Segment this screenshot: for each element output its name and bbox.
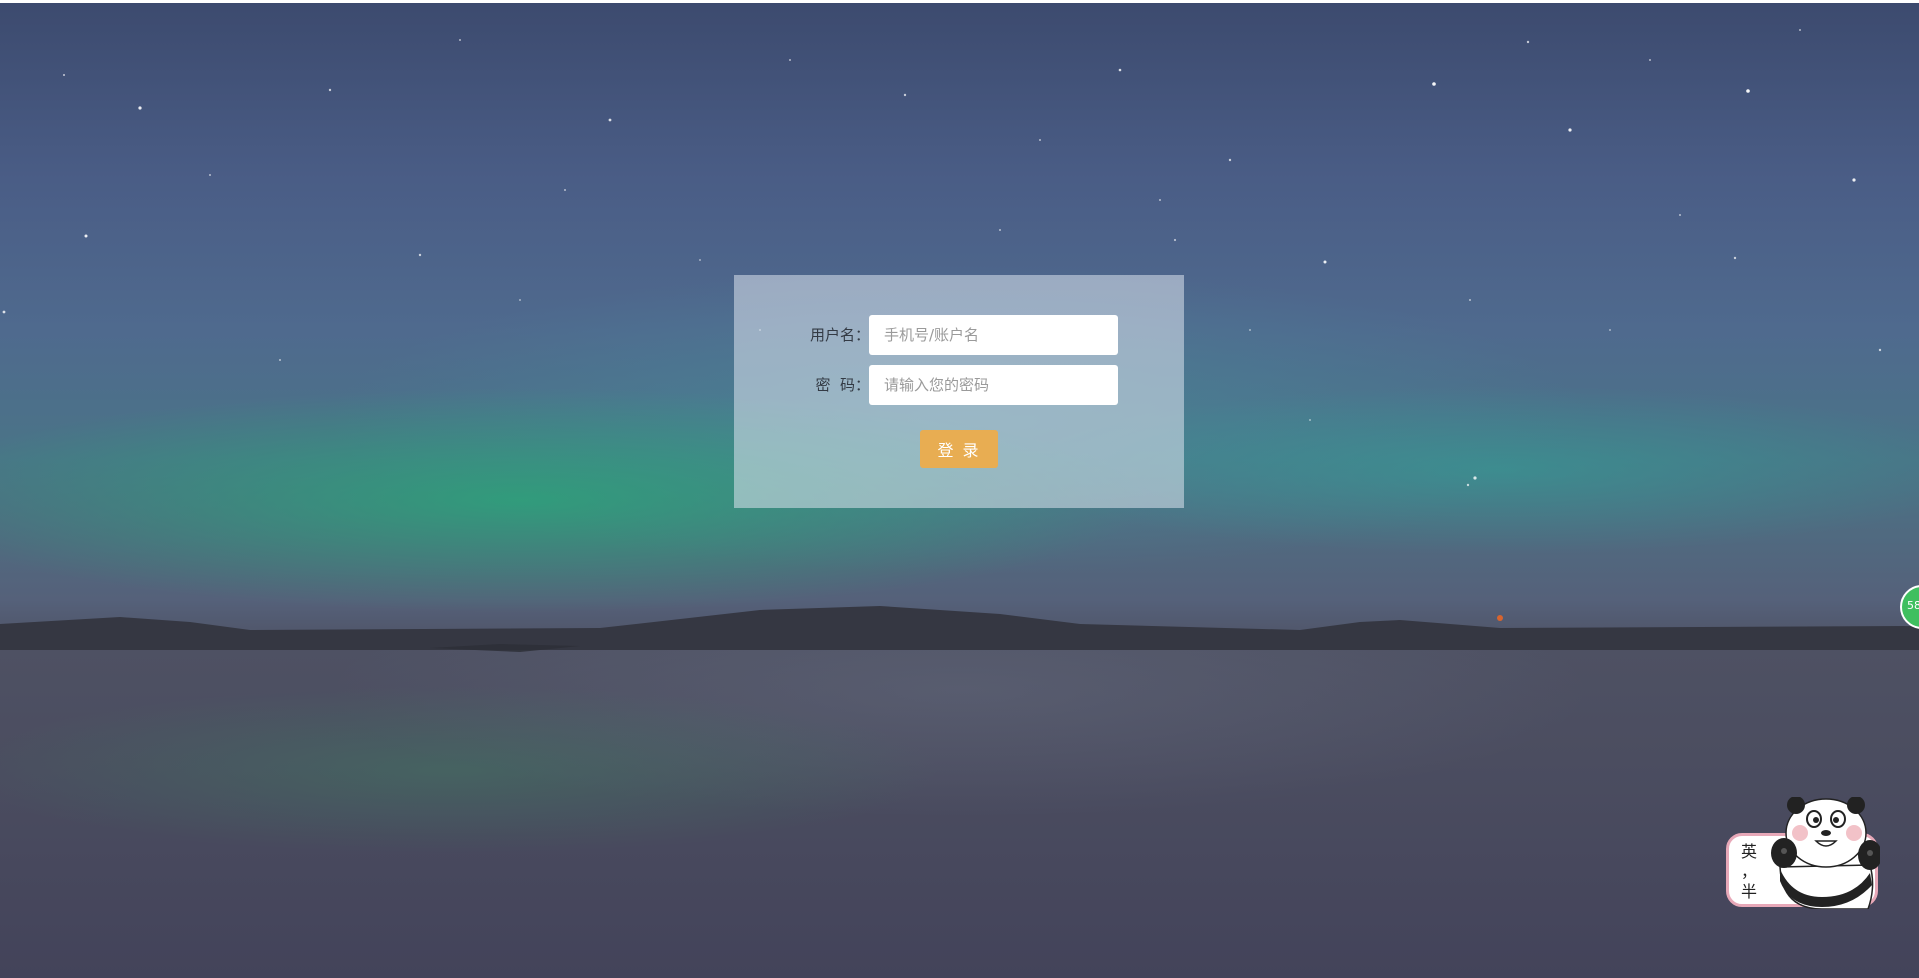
password-row: 密 码： xyxy=(734,365,1184,405)
username-input[interactable] xyxy=(869,315,1118,355)
password-input[interactable] xyxy=(869,365,1118,405)
panda-icon xyxy=(1771,797,1880,909)
username-row: 用户名： xyxy=(734,315,1184,355)
login-form: 用户名： 密 码： 登 录 xyxy=(734,275,1184,508)
ime-toolbar[interactable]: 英 ， 半 xyxy=(1724,797,1882,912)
distant-light xyxy=(1497,615,1503,621)
login-button[interactable]: 登 录 xyxy=(920,430,998,468)
login-page: 用户名： 密 码： 登 录 58 英 ， 半 xyxy=(0,0,1919,978)
username-label: 用户名： xyxy=(809,326,870,344)
password-label: 密 码： xyxy=(815,376,870,394)
water-reflection xyxy=(0,650,1919,978)
floating-badge-text: 58 xyxy=(1907,599,1919,612)
